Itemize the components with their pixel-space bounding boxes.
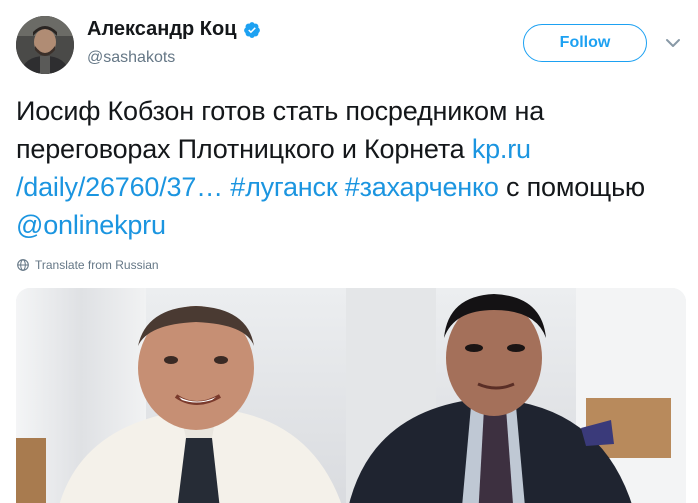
author-name[interactable]: Александр Коц bbox=[87, 18, 237, 41]
mention-onlinekpru-link[interactable]: @onlinekpru bbox=[16, 210, 166, 240]
tweet-photo[interactable] bbox=[16, 288, 686, 503]
tweet-text: Иосиф Кобзон готов стать посредником на … bbox=[16, 92, 686, 244]
translate-label: Translate from Russian bbox=[35, 258, 159, 272]
text-space bbox=[337, 172, 344, 202]
hashtag-zakharchenko-link[interactable]: #захарченко bbox=[345, 172, 499, 202]
author-handle[interactable]: @sashakots bbox=[87, 49, 175, 67]
follow-button[interactable]: Follow bbox=[523, 24, 647, 62]
hashtag-lugansk-link[interactable]: #луганск bbox=[230, 172, 337, 202]
globe-icon bbox=[17, 259, 29, 271]
author-name-row: Александр Коц bbox=[87, 18, 261, 41]
tweet-text-body: Иосиф Кобзон готов стать посредником на … bbox=[16, 96, 545, 164]
avatar[interactable] bbox=[16, 16, 74, 74]
translate-button[interactable]: Translate from Russian bbox=[17, 258, 159, 272]
tweet-card: Александр Коц @sashakots Follow Иосиф Ко… bbox=[0, 0, 698, 503]
verified-badge-icon bbox=[243, 21, 261, 39]
tweet-text-body: с помощью bbox=[498, 172, 645, 202]
chevron-down-icon[interactable] bbox=[663, 33, 683, 53]
